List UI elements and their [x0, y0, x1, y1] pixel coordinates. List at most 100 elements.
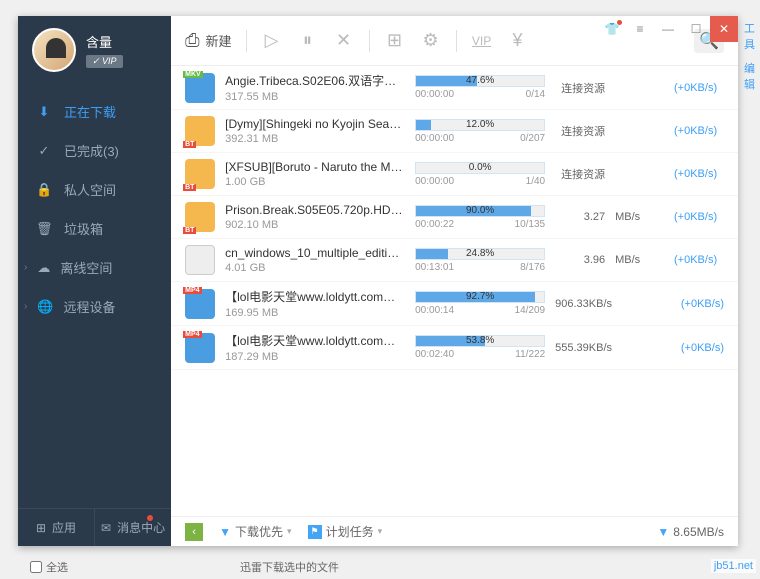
download-row[interactable]: cn_windows_10_multiple_editions_x64_d...…	[171, 239, 738, 282]
delete-icon[interactable]: ✕	[333, 30, 355, 51]
file-name: [Dymy][Shingeki no Kyojin Season 2][30(.…	[225, 117, 405, 131]
nav-remote[interactable]: ›🌐远程设备	[18, 287, 171, 326]
play-icon[interactable]: ▷	[261, 30, 283, 51]
sidebar-footer: ⊞应用 ✉消息中心	[18, 508, 171, 546]
file-info: 【lol电影天堂www.loldytt.com】生活大...187.29 MB	[225, 332, 405, 363]
parts-count: 8/176	[520, 262, 545, 273]
file-info: Angie.Tribeca.S02E06.双语字幕.720p.TVr... 317…	[225, 72, 405, 103]
tshirt-icon[interactable]: 👕	[598, 16, 626, 42]
download-list: Angie.Tribeca.S02E06.双语字幕.720p.TVr... 317…	[171, 66, 738, 516]
separator	[456, 30, 457, 52]
sidebar-apps[interactable]: ⊞应用	[18, 509, 95, 546]
elapsed-time: 00:00:00	[415, 176, 454, 187]
check-icon: ✓	[36, 143, 52, 159]
download-row[interactable]: Prison.Break.S05E05.720p.HDTV.x264-KI...…	[171, 196, 738, 239]
file-type-icon	[185, 159, 215, 189]
apps-icon: ⊞	[36, 521, 46, 535]
file-size: 902.10 MB	[225, 219, 405, 231]
minimize-button[interactable]: —	[654, 16, 682, 42]
sidebar-messages[interactable]: ✉消息中心	[95, 509, 171, 546]
nav-private[interactable]: 🔒私人空间	[18, 170, 171, 209]
speed-unit: MB/s	[615, 211, 647, 223]
parts-count: 10/135	[515, 219, 546, 230]
file-size: 317.55 MB	[225, 91, 405, 103]
elapsed-time: 00:13:01	[415, 262, 454, 273]
progress-column: 24.8% 00:13:01 8/176	[415, 248, 545, 273]
avatar[interactable]	[32, 28, 76, 72]
file-info: [Dymy][Shingeki no Kyojin Season 2][30(.…	[225, 117, 405, 145]
file-name: Angie.Tribeca.S02E06.双语字幕.720p.TVr...	[225, 72, 405, 89]
menu-icon[interactable]: ≡	[626, 16, 654, 42]
download-row[interactable]: [Dymy][Shingeki no Kyojin Season 2][30(.…	[171, 110, 738, 153]
separator	[246, 30, 247, 52]
file-info: 【lol电影天堂www.loldytt.com】生活大...169.95 MB	[225, 288, 405, 319]
status-text: 3.96	[555, 254, 605, 266]
elapsed-time: 00:02:40	[415, 349, 454, 360]
file-type-icon	[185, 116, 215, 146]
file-size: 1.00 GB	[225, 176, 405, 188]
main-area: 👕 ≡ — ☐ ✕ ⎙新建 ▷ ⏸ ✕ ⊞ ⚙ VIP ¥ 🔍 Angie.Tr…	[171, 16, 738, 546]
progress-column: 12.0%00:00:000/207	[415, 119, 545, 144]
file-name: [XFSUB][Boruto - Naruto the Movie][BIG5.…	[225, 160, 405, 174]
maximize-button[interactable]: ☐	[682, 16, 710, 42]
accel-speed: (+0KB/s)	[664, 298, 724, 310]
accel-speed: (+0KB/s)	[657, 168, 717, 180]
elapsed-time: 00:00:22	[415, 219, 454, 230]
status-text: 3.27	[555, 211, 605, 223]
parts-count: 0/207	[520, 133, 545, 144]
grid-icon[interactable]: ⊞	[384, 30, 406, 51]
expand-button[interactable]: ‹	[185, 523, 203, 541]
chevron-right-icon: ›	[24, 262, 27, 273]
download-row[interactable]: 【lol电影天堂www.loldytt.com】生活大...187.29 MB5…	[171, 326, 738, 370]
status-text: 连接资源	[555, 80, 605, 96]
sidebar: 含量 ✓ VIP ⬇正在下载 ✓已完成(3) 🔒私人空间 🗑垃圾箱 ›☁离线空间…	[18, 16, 171, 546]
progress-bar: 47.6%	[415, 75, 545, 87]
caption-text: 迅雷下载选中的文件	[240, 559, 339, 575]
checkbox[interactable]	[30, 561, 42, 573]
gear-icon[interactable]: ⚙	[420, 30, 442, 51]
flag-icon: ⚑	[308, 525, 322, 539]
accel-speed: (+0KB/s)	[657, 211, 717, 223]
status-text: 连接资源	[555, 123, 605, 139]
nav-downloading[interactable]: ⬇正在下载	[18, 92, 171, 131]
bottom-bar: ‹ ▼下载优先▾ ⚑计划任务▾ ▼8.65MB/s	[171, 516, 738, 546]
coin-icon[interactable]: ¥	[507, 30, 529, 51]
nav-list: ⬇正在下载 ✓已完成(3) 🔒私人空间 🗑垃圾箱 ›☁离线空间 ›🌐远程设备	[18, 84, 171, 508]
scheduled-tasks[interactable]: ⚑计划任务▾	[308, 523, 383, 540]
pause-icon[interactable]: ⏸	[297, 30, 319, 51]
file-type-icon	[185, 245, 215, 275]
elapsed-time: 00:00:00	[415, 133, 454, 144]
progress-column: 0.0%00:00:001/40	[415, 162, 545, 187]
nav-completed[interactable]: ✓已完成(3)	[18, 131, 171, 170]
file-type-icon	[185, 73, 215, 103]
vip-icon[interactable]: VIP	[471, 34, 493, 48]
separator	[369, 30, 370, 52]
right-label-tools: 工具	[742, 16, 760, 56]
accel-speed: (+0KB/s)	[657, 82, 717, 94]
vip-badge[interactable]: ✓ VIP	[86, 55, 123, 68]
file-info: [XFSUB][Boruto - Naruto the Movie][BIG5.…	[225, 160, 405, 188]
nav-trash[interactable]: 🗑垃圾箱	[18, 209, 171, 248]
nav-offline[interactable]: ›☁离线空间	[18, 248, 171, 287]
parts-count: 14/209	[515, 305, 546, 316]
accel-speed: (+0KB/s)	[657, 125, 717, 137]
new-task-button[interactable]: ⎙新建	[185, 30, 231, 51]
download-row[interactable]: Angie.Tribeca.S02E06.双语字幕.720p.TVr... 317…	[171, 66, 738, 110]
user-area[interactable]: 含量 ✓ VIP	[18, 16, 171, 84]
close-button[interactable]: ✕	[710, 16, 738, 42]
parts-count: 11/222	[515, 349, 545, 360]
file-info: cn_windows_10_multiple_editions_x64_d...…	[225, 246, 405, 274]
select-all-checkbox[interactable]: 全选	[30, 559, 68, 575]
total-speed: ▼8.65MB/s	[657, 525, 724, 539]
status-text: 906.33KB/s	[555, 298, 612, 310]
user-name: 含量	[86, 32, 123, 51]
app-window: 含量 ✓ VIP ⬇正在下载 ✓已完成(3) 🔒私人空间 🗑垃圾箱 ›☁离线空间…	[18, 16, 738, 546]
accel-speed: (+0KB/s)	[664, 342, 724, 354]
globe-icon: 🌐	[37, 299, 53, 315]
download-row[interactable]: 【lol电影天堂www.loldytt.com】生活大...169.95 MB 9…	[171, 282, 738, 326]
download-row[interactable]: [XFSUB][Boruto - Naruto the Movie][BIG5.…	[171, 153, 738, 196]
download-priority[interactable]: ▼下载优先▾	[219, 523, 291, 540]
file-name: cn_windows_10_multiple_editions_x64_d...	[225, 246, 405, 260]
progress-bar: 24.8%	[415, 248, 545, 260]
progress-bar: 90.0%	[415, 205, 545, 217]
